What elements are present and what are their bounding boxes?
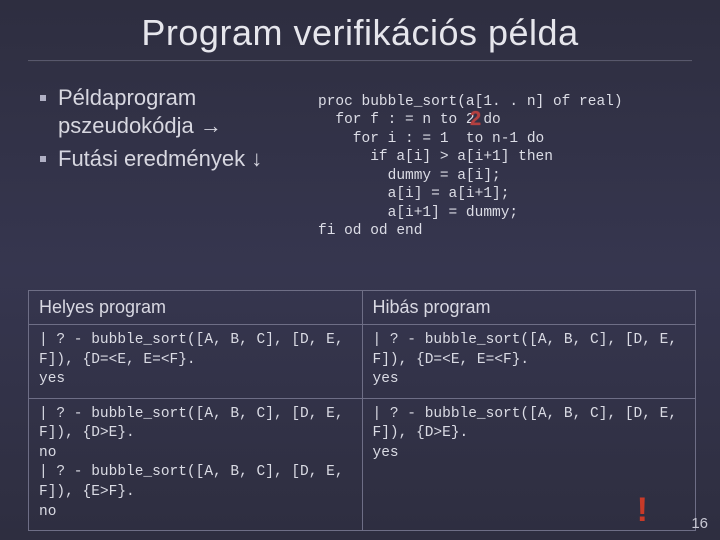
code-line: if a[i] > a[i+1] then — [318, 149, 553, 165]
table-cell: | ? - bubble_sort([A, B, C], [D, E, F]),… — [362, 325, 696, 399]
table-cell: | ? - bubble_sort([A, B, C], [D, E, F]),… — [29, 325, 363, 399]
code-line: dummy = a[i]; — [318, 168, 501, 184]
bullet-text: Példaprogram pszeudokódja → — [58, 84, 300, 139]
error-overlay-2: 2 — [470, 107, 481, 133]
pseudocode-block: proc bubble_sort(a[1. . n] of real) for … — [318, 72, 700, 278]
page-number: 16 — [691, 515, 708, 532]
exclamation-icon: ! — [637, 491, 648, 530]
results-table: Helyes program Hibás program | ? - bubbl… — [28, 290, 696, 531]
table-cell: | ? - bubble_sort([A, B, C], [D, E, F]),… — [29, 398, 363, 530]
slide-title: Program verifikációs példa — [0, 0, 720, 58]
table-header-correct: Helyes program — [29, 291, 363, 325]
code-line: a[i+1] = dummy; — [318, 205, 518, 221]
bullet-text: Futási eredmények ↓ — [58, 145, 262, 173]
code-line: for i : = 1 to n-1 do — [318, 131, 544, 147]
upper-row: Példaprogram pszeudokódja → Futási eredm… — [0, 72, 720, 286]
bullet-list: Példaprogram pszeudokódja → Futási eredm… — [40, 72, 300, 278]
bullet-dot-icon — [40, 156, 46, 162]
code-line: a[i] = a[i+1]; — [318, 186, 509, 202]
title-divider — [28, 60, 692, 62]
code-line: fi od od end — [318, 223, 422, 239]
bullet-dot-icon — [40, 95, 46, 101]
table-header-wrong: Hibás program — [362, 291, 696, 325]
bullet-item: Futási eredmények ↓ — [40, 145, 300, 173]
bullet-item: Példaprogram pszeudokódja → — [40, 84, 300, 139]
